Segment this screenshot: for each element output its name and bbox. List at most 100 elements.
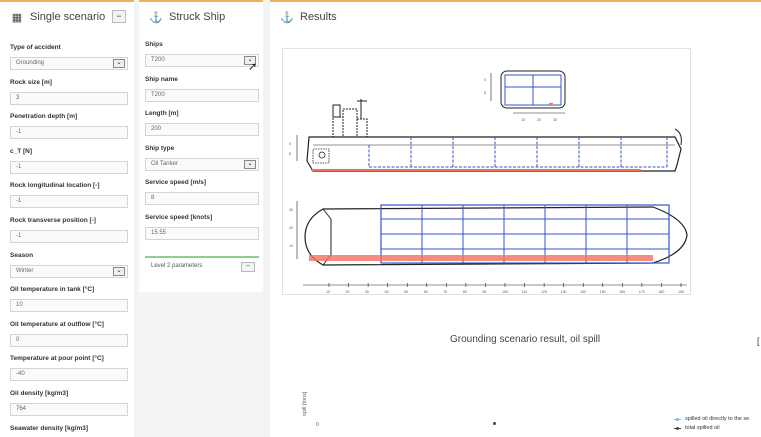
- chevron-down-icon[interactable]: ⌄: [113, 266, 125, 276]
- section-tick-y: 0: [484, 78, 486, 82]
- length-tick-label: 40: [385, 290, 389, 294]
- penetration-depth-input[interactable]: -1: [10, 126, 128, 140]
- field-label: Type of accident: [10, 44, 61, 51]
- ship-profile: 0 5: [289, 99, 682, 172]
- field-season: Season Winter ⌄: [10, 252, 128, 278]
- field-value: Oil Tanker: [151, 160, 178, 167]
- field-value: -1: [16, 233, 22, 239]
- chevron-down-icon[interactable]: ⌄: [244, 159, 256, 169]
- field-label: Season: [10, 251, 34, 259]
- rock-size-input[interactable]: 3: [10, 91, 128, 105]
- length-input[interactable]: 200: [145, 123, 259, 137]
- length-axis: 10 20 30 40 50 60 70 80 90 100 110 120 130 140 150 160 1…: [303, 283, 687, 294]
- oil-density-input[interactable]: 764: [10, 403, 128, 416]
- field-type-of-accident: Type of accident Grounding ⌄: [10, 44, 128, 70]
- field-label: Oil temperature in tank [°C]: [10, 286, 95, 294]
- engine-room: [312, 148, 330, 164]
- oil-temperature-in-tank-input[interactable]: 10: [10, 299, 128, 313]
- legend-label: spilled oil directly to the se: [685, 416, 750, 422]
- profile-tick-y: 0: [289, 142, 291, 146]
- field-value: 10: [16, 302, 23, 309]
- length-tick-label: 140: [580, 290, 586, 294]
- funnel: [332, 104, 341, 118]
- field-label: Length [m]: [145, 110, 179, 118]
- field-length: Length [m] 200: [145, 110, 259, 137]
- field-value: Winter: [16, 267, 34, 274]
- section-tick-x: 30: [553, 118, 557, 122]
- anchor-icon: ⚓: [149, 11, 163, 24]
- single-scenario-panel: ▦ Single scenario − Type of accident Grou…: [0, 0, 134, 437]
- rock-transverse-position-input[interactable]: -1: [10, 230, 128, 243]
- profile-damage: [311, 169, 641, 171]
- length-tick-label: 100: [502, 290, 508, 294]
- length-tick-label: 150: [600, 290, 606, 294]
- field-ships: Ships T200 ⌄: [145, 41, 259, 67]
- field-penetration-depth: Penetration depth [m] -1: [10, 113, 128, 140]
- ship-name-input[interactable]: T200: [145, 88, 259, 102]
- ship-drawing: 10 20 30 0 5 0 5 30 20 10 10 20 30 40 50…: [282, 48, 691, 295]
- field-label: Penetration depth [m]: [10, 113, 78, 121]
- field-label: Rock transverse position [-]: [10, 217, 96, 224]
- field-value: 764: [16, 406, 27, 412]
- profile-hull: [306, 136, 682, 172]
- field-value: T200: [151, 57, 165, 63]
- legend-swatch: [674, 426, 681, 430]
- field-rock-size: Rock size [m] 3: [10, 79, 128, 105]
- panel-header: ⚓ Results: [270, 2, 761, 32]
- field-value: -1: [16, 198, 22, 205]
- plan-damage: [309, 255, 653, 261]
- length-tick-label: 70: [443, 290, 447, 294]
- field-value: -1: [16, 129, 22, 136]
- results-panel: ⚓ Results 10 20 30 0 5 0 5 30 20 10 10 2…: [270, 0, 761, 437]
- field-oil-density: Oil density [kg/m3] 764: [10, 390, 128, 416]
- chevron-down-icon[interactable]: ⌄: [113, 59, 125, 68]
- ship-drawing-svg: 10 20 30 0 5 0 5 30 20 10 10 20 30 40 50…: [289, 70, 688, 294]
- collapse-button[interactable]: −: [112, 10, 126, 23]
- length-tick-label: 110: [522, 290, 528, 294]
- level2-parameters-toggle[interactable]: Level 2 parameters −: [145, 256, 259, 274]
- length-tick-label: 160: [619, 290, 625, 294]
- length-tick-label: 60: [424, 290, 428, 294]
- service-speed-input[interactable]: 15.55: [145, 227, 259, 240]
- struck-ship-panel: ⚓ Struck Ship Ships T200 ⌄ Ship name T200 Len…: [139, 0, 263, 292]
- field-value: 3: [16, 94, 20, 101]
- legend-item-total-spill[interactable]: total spilled oil: [674, 425, 720, 431]
- panel-title: Struck Ship: [169, 11, 226, 23]
- ship-type-select[interactable]: Oil Tanker ⌄: [145, 157, 259, 171]
- length-tick-label: 170: [639, 290, 645, 294]
- chart-y-tick: 0: [316, 422, 320, 428]
- length-tick-label: 30: [365, 290, 369, 294]
- legend-label: total spilled oil: [685, 425, 720, 431]
- ships-select[interactable]: T200 ⌄: [145, 54, 259, 67]
- field-rock-longitudinal-location: Rock longitudinal location [-] -1: [10, 182, 128, 209]
- field-value: 0: [16, 336, 20, 343]
- c-t-input[interactable]: -1: [10, 160, 128, 174]
- field-label: Seawater density [kg/m3]: [10, 424, 89, 432]
- rock-longitudinal-location-input[interactable]: -1: [10, 195, 128, 209]
- field-value: 8: [151, 195, 155, 202]
- type-of-accident-select[interactable]: Grounding ⌄: [10, 57, 128, 70]
- legend-item-direct-spill[interactable]: spilled oil directly to the se: [674, 416, 749, 422]
- field-c-t: c_T [N] -1: [10, 148, 128, 174]
- field-label: Rock longitudinal location [-]: [10, 182, 100, 190]
- field-seawater-density: Seawater density [kg/m3]: [10, 425, 128, 437]
- field-label: Temperature at pour point [°C]: [10, 355, 104, 363]
- length-tick-label: 130: [561, 290, 567, 294]
- panel-title: Results: [300, 11, 337, 23]
- profile-tick-y: 5: [289, 152, 291, 156]
- anchor-icon: ⚓: [280, 11, 294, 24]
- chart-edge-glyph: [: [757, 336, 760, 346]
- season-select[interactable]: Winter ⌄: [10, 264, 128, 278]
- length-tick-label: 80: [463, 290, 467, 294]
- field-label: Ships: [145, 41, 163, 48]
- field-label: Service speed [knots]: [145, 214, 213, 221]
- service-speed-input[interactable]: 8: [145, 192, 259, 206]
- panel-header: ⚓ Struck Ship: [139, 2, 263, 32]
- level2-collapse-button[interactable]: −: [241, 262, 255, 272]
- temperature-at-pour-point-input[interactable]: -40: [10, 368, 128, 382]
- length-tick-label: 180: [658, 290, 664, 294]
- oil-temperature-at-outflow-input[interactable]: 0: [10, 333, 128, 347]
- field-label: Ship type: [145, 144, 175, 152]
- superstructure-aft: [356, 118, 368, 138]
- panel-title: Single scenario: [30, 11, 106, 23]
